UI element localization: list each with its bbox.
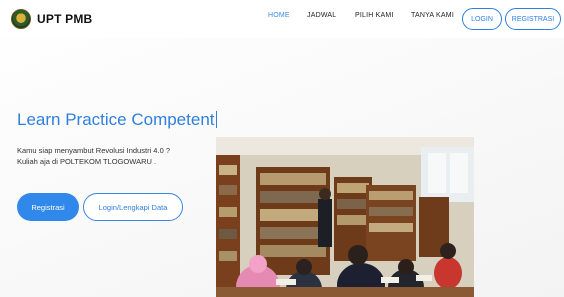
hero-title-text: Learn Practice Competent [17,110,215,129]
institution-logo-icon [11,9,31,29]
nav-home[interactable]: HOME [268,12,290,19]
hero-title: Learn Practice Competent [17,110,217,130]
brand[interactable]: UPT PMB [11,8,92,30]
login-lengkapi-data-button[interactable]: Login/Lengkapi Data [83,193,183,221]
nav-jadwal[interactable]: JADWAL [307,12,336,19]
brand-name: UPT PMB [37,12,93,26]
hero-desc-line-2: Kuliah aja di POLTEKOM TLOGOWARU . [17,157,157,166]
hero-desc-line-1: Kamu siap menyambut Revolusi Industri 4.… [17,146,170,155]
text-caret [215,111,217,128]
register-nav-button[interactable]: REGISTRASI [505,8,561,30]
navbar: UPT PMB HOME JADWAL PILIH KAMI TANYA KAM… [0,0,564,38]
login-button[interactable]: LOGIN [462,8,502,30]
hero-library-photo [216,137,474,297]
registrasi-button[interactable]: Registrasi [17,193,79,221]
nav-pilih-kami[interactable]: PILIH KAMI [355,12,394,19]
hero-description: Kamu siap menyambut Revolusi Industri 4.… [17,145,207,167]
nav-tanya-kami[interactable]: TANYA KAMI [411,12,454,19]
